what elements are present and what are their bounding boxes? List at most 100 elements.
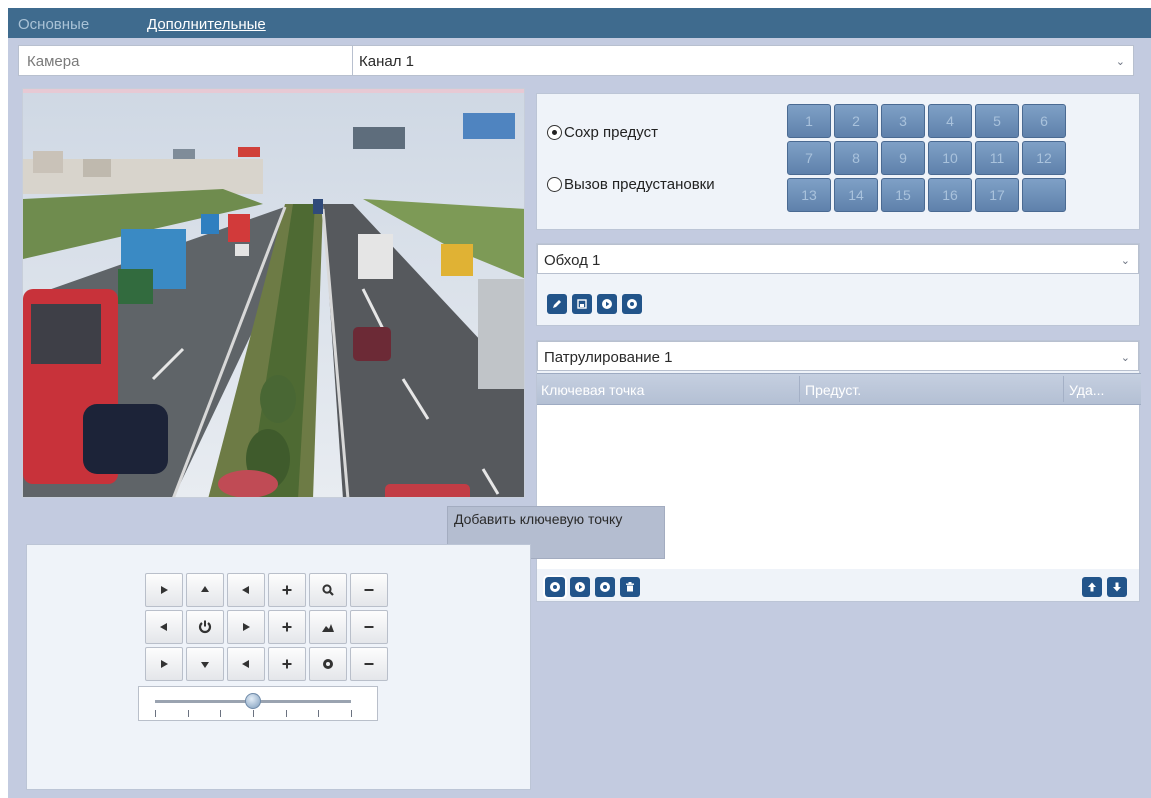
arrow-down-left-icon	[161, 660, 168, 668]
preset-button-9[interactable]: 9	[881, 141, 925, 175]
call-preset-radio[interactable]	[547, 177, 562, 192]
patrol-play-button[interactable]	[570, 577, 590, 597]
ptz-arrow-down-right-button[interactable]	[227, 647, 265, 681]
tour-play-button[interactable]	[597, 294, 617, 314]
arrow-left-icon	[160, 623, 167, 631]
patrol-delete-button[interactable]	[620, 577, 640, 597]
preset-button-8[interactable]: 8	[834, 141, 878, 175]
preset-button-2[interactable]: 2	[834, 104, 878, 138]
tour-edit-button[interactable]	[547, 294, 567, 314]
slider-tick	[285, 710, 287, 717]
slider-handle[interactable]	[245, 693, 261, 709]
move-down-button[interactable]	[1107, 577, 1127, 597]
plus-icon	[282, 585, 292, 595]
minus-icon	[364, 626, 374, 628]
preset-button-13[interactable]: 13	[787, 178, 831, 212]
preset-button-empty[interactable]	[1022, 178, 1066, 212]
patrol-select[interactable]: Патрулирование 1 ⌄	[537, 341, 1139, 371]
ptz-arrow-up-button[interactable]	[186, 573, 224, 607]
call-preset-option[interactable]: Вызов предустановки	[547, 176, 715, 193]
slider-tick	[155, 710, 156, 717]
camera-label: Камера	[27, 53, 80, 70]
tab-basic[interactable]: Основные	[18, 16, 89, 33]
minus-icon	[364, 589, 374, 591]
ptz-minus-button[interactable]	[350, 573, 388, 607]
ptz-arrow-down-button[interactable]	[186, 647, 224, 681]
ptz-speed-slider[interactable]	[138, 686, 378, 721]
patrol-table-header: Ключевая точка Предуст. Уда...	[537, 373, 1141, 405]
trash-icon	[626, 582, 634, 592]
preset-button-10[interactable]: 10	[928, 141, 972, 175]
ptz-arrow-up-left-button[interactable]	[145, 573, 183, 607]
ptz-zoom-button[interactable]	[309, 573, 347, 607]
ptz-arrow-left-button[interactable]	[145, 610, 183, 644]
plus-icon	[282, 622, 292, 632]
ptz-auto-pan-button[interactable]	[186, 610, 224, 644]
ptz-plus-button[interactable]	[268, 573, 306, 607]
tour-save-button[interactable]	[572, 294, 592, 314]
patrol-stop-button[interactable]	[595, 577, 615, 597]
tour-stop-button[interactable]	[622, 294, 642, 314]
save-preset-option[interactable]: Сохр предуст	[547, 124, 658, 141]
slider-tick	[351, 710, 352, 717]
slider-tick	[318, 710, 320, 717]
arrow-up-left-icon	[161, 586, 168, 594]
arrow-up-right-icon	[242, 586, 249, 594]
ptz-minus-button[interactable]	[350, 610, 388, 644]
ptz-focus-button[interactable]	[309, 610, 347, 644]
preset-button-12[interactable]: 12	[1022, 141, 1066, 175]
arrow-down-icon	[201, 662, 209, 668]
preset-button-4[interactable]: 4	[928, 104, 972, 138]
move-up-button[interactable]	[1082, 577, 1102, 597]
chevron-down-icon: ⌄	[1120, 255, 1130, 267]
arrow-up-icon	[1088, 582, 1096, 592]
chevron-down-icon: ⌄	[1120, 352, 1130, 364]
preset-panel: Сохр предуст Вызов предустановки 1234567…	[536, 93, 1140, 230]
camera-label-box: Камера	[18, 45, 353, 76]
camera-row: Камера Канал 1 ⌄	[18, 45, 1134, 76]
preset-button-1[interactable]: 1	[787, 104, 831, 138]
preset-button-6[interactable]: 6	[1022, 104, 1066, 138]
preset-button-14[interactable]: 14	[834, 178, 878, 212]
tour-select-value: Обход 1	[544, 252, 601, 269]
arrow-down-right-icon	[242, 660, 249, 668]
preset-button-7[interactable]: 7	[787, 141, 831, 175]
add-key-point-button[interactable]	[543, 575, 567, 599]
preset-button-5[interactable]: 5	[975, 104, 1019, 138]
slider-tick	[187, 710, 189, 717]
ptz-settings-window: Основные Дополнительные Камера Канал 1 ⌄	[8, 8, 1151, 798]
preset-button-16[interactable]: 16	[928, 178, 972, 212]
preset-button-11[interactable]: 11	[975, 141, 1019, 175]
ptz-plus-button[interactable]	[268, 610, 306, 644]
stop-icon	[600, 582, 610, 592]
column-divider	[799, 376, 800, 402]
minus-icon	[364, 663, 374, 665]
iris-icon	[323, 659, 333, 669]
auto-pan-icon	[198, 620, 212, 634]
ptz-iris-button[interactable]	[309, 647, 347, 681]
save-preset-radio[interactable]	[547, 125, 562, 140]
ptz-arrow-right-button[interactable]	[227, 610, 265, 644]
camera-channel-select[interactable]: Канал 1 ⌄	[353, 45, 1134, 76]
slider-tick	[220, 710, 222, 717]
highway-camera-image	[23, 89, 524, 497]
video-preview	[22, 88, 525, 498]
ptz-minus-button[interactable]	[350, 647, 388, 681]
ptz-control-panel	[26, 544, 531, 790]
ptz-plus-button[interactable]	[268, 647, 306, 681]
ptz-arrow-up-right-button[interactable]	[227, 573, 265, 607]
column-preset: Предуст.	[805, 382, 862, 398]
ptz-arrow-down-left-button[interactable]	[145, 647, 183, 681]
save-preset-label: Сохр предуст	[564, 124, 658, 141]
preset-button-17[interactable]: 17	[975, 178, 1019, 212]
tour-select[interactable]: Обход 1 ⌄	[537, 244, 1139, 274]
preset-button-15[interactable]: 15	[881, 178, 925, 212]
preset-button-3[interactable]: 3	[881, 104, 925, 138]
save-icon	[577, 299, 587, 309]
tab-bar: Основные Дополнительные	[8, 8, 1151, 38]
tab-advanced[interactable]: Дополнительные	[147, 16, 266, 33]
play-icon	[575, 582, 585, 592]
slider-tick	[253, 710, 254, 717]
column-key-point: Ключевая точка	[541, 382, 645, 398]
patrol-select-value: Патрулирование 1	[544, 349, 673, 366]
